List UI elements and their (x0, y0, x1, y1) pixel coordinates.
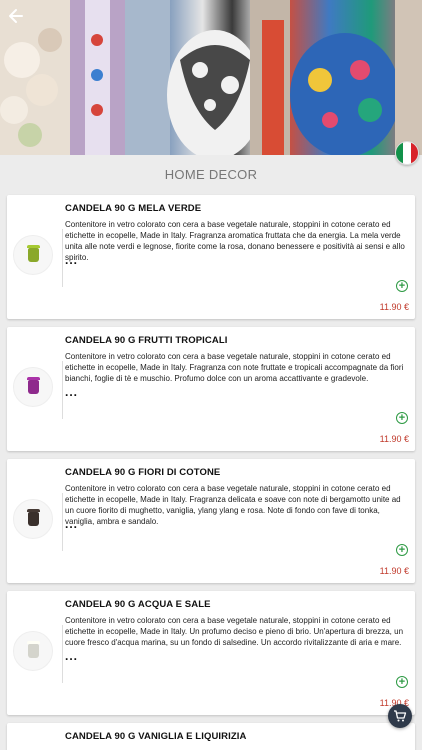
more-button[interactable]: ... (65, 385, 78, 399)
product-image (13, 631, 53, 671)
header-banner-image (0, 0, 422, 155)
divider (62, 625, 63, 683)
back-button[interactable] (6, 6, 26, 26)
product-description: Contenitore in vetro colorato con cera a… (65, 616, 404, 647)
app-screen: HOME DECOR CANDELA 90 G MELA VERDE Conte… (0, 0, 422, 750)
product-name: CANDELA 90 G MELA VERDE (65, 203, 202, 214)
plus-icon: + (398, 543, 406, 556)
candle-jar-icon (27, 512, 39, 526)
product-card[interactable]: CANDELA 90 G FRUTTI TROPICALI Contenitor… (7, 327, 415, 451)
cart-icon (394, 710, 407, 722)
product-description: Contenitore in vetro colorato con cera a… (65, 220, 405, 262)
product-price: 11.90 € (379, 302, 409, 312)
product-description: Contenitore in vetro colorato con cera a… (65, 352, 404, 383)
product-name: CANDELA 90 G VANIGLIA E LIQUIRIZIA (65, 731, 247, 742)
add-to-cart-button[interactable]: + (396, 544, 408, 556)
plus-icon: + (398, 411, 406, 424)
product-price: 11.90 € (379, 434, 409, 444)
candle-jar-icon (27, 380, 39, 394)
divider (62, 361, 63, 419)
candle-jar-icon (27, 248, 39, 262)
product-name: CANDELA 90 G FRUTTI TROPICALI (65, 335, 228, 346)
product-description: Contenitore in vetro colorato con cera a… (65, 484, 401, 526)
add-to-cart-button[interactable]: + (396, 412, 408, 424)
plus-icon: + (398, 279, 406, 292)
divider (62, 229, 63, 287)
product-name: CANDELA 90 G ACQUA E SALE (65, 599, 211, 610)
cart-button[interactable] (388, 704, 412, 728)
product-card[interactable]: CANDELA 90 G VANIGLIA E LIQUIRIZIA (7, 723, 415, 750)
more-button[interactable]: ... (65, 253, 78, 267)
product-card[interactable]: CANDELA 90 G MELA VERDE Contenitore in v… (7, 195, 415, 319)
add-to-cart-button[interactable]: + (396, 676, 408, 688)
section-title: HOME DECOR (0, 155, 422, 193)
more-button[interactable]: ... (65, 517, 78, 531)
banner-illustration (0, 0, 422, 155)
arrow-left-icon (9, 9, 23, 23)
product-image (13, 499, 53, 539)
italy-flag-icon (396, 142, 404, 164)
language-flag-button[interactable] (395, 141, 419, 165)
add-to-cart-button[interactable]: + (396, 280, 408, 292)
product-name: CANDELA 90 G FIORI DI COTONE (65, 467, 221, 478)
product-image (13, 367, 53, 407)
product-card[interactable]: CANDELA 90 G ACQUA E SALE Contenitore in… (7, 591, 415, 715)
divider (62, 493, 63, 551)
product-card[interactable]: CANDELA 90 G FIORI DI COTONE Contenitore… (7, 459, 415, 583)
more-button[interactable]: ... (65, 649, 78, 663)
candle-jar-icon (27, 644, 39, 658)
plus-icon: + (398, 675, 406, 688)
product-image (13, 235, 53, 275)
product-price: 11.90 € (379, 566, 409, 576)
